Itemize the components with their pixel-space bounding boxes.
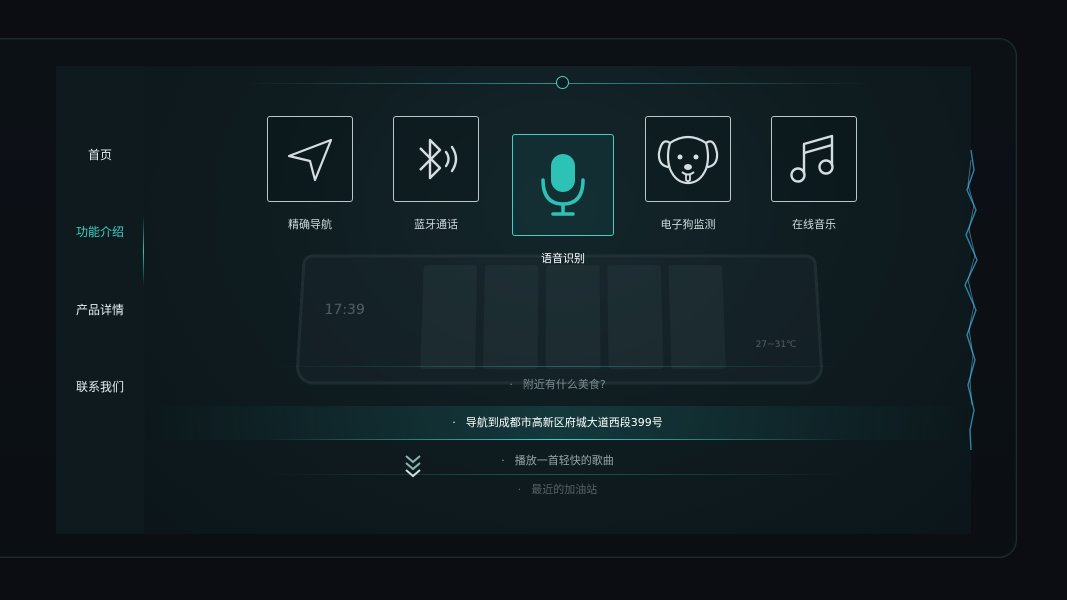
voice-prompt-item[interactable]: · 最近的加油站 xyxy=(144,481,971,497)
device-clock: 17:39 xyxy=(324,302,366,319)
voice-prompt-item[interactable]: · 附近有什么美食? xyxy=(144,376,971,392)
feature-navigation[interactable]: 精确导航 xyxy=(266,116,354,232)
bluetooth-call-icon xyxy=(419,138,458,180)
microphone-icon xyxy=(541,154,585,216)
feature-online-music[interactable]: 在线音乐 xyxy=(770,116,858,232)
sidebar: 首页 功能介绍 产品详情 联系我们 xyxy=(56,66,145,534)
sidebar-item-home[interactable]: 首页 xyxy=(56,146,144,163)
sidebar-item-contact[interactable]: 联系我们 xyxy=(56,378,144,395)
prompt-text: 附近有什么美食? xyxy=(522,378,606,391)
feature-dog-button[interactable] xyxy=(645,116,731,202)
prompt-text: 导航到成都市高新区府城大道西段399号 xyxy=(465,416,663,429)
feature-voice-button[interactable] xyxy=(512,134,614,236)
device-tile xyxy=(420,265,478,370)
feature-label: 语音识别 xyxy=(541,252,585,265)
device-tile xyxy=(668,265,726,370)
app-screen: 首页 功能介绍 产品详情 联系我们 17:39 27~31℃ 精确导航 蓝牙通话… xyxy=(56,66,971,534)
music-note-icon xyxy=(790,134,834,183)
prompt-text: 播放一首轻快的歌曲 xyxy=(514,454,614,467)
scroll-down-icon[interactable] xyxy=(403,452,423,478)
feature-navigation-button[interactable] xyxy=(267,116,353,202)
sidebar-item-product-details[interactable]: 产品详情 xyxy=(56,301,144,318)
voice-prompt-item[interactable]: · 播放一首轻快的歌曲 xyxy=(144,452,971,468)
navigation-arrow-icon xyxy=(287,138,333,182)
device-tile xyxy=(545,265,601,370)
dog-icon xyxy=(657,135,719,185)
sound-wave-decoration xyxy=(964,150,978,450)
feature-music-button[interactable] xyxy=(771,116,857,202)
device-tile xyxy=(607,265,664,370)
device-tile xyxy=(483,265,539,370)
feature-bluetooth-button[interactable] xyxy=(393,116,479,202)
sidebar-item-features[interactable]: 功能介绍 xyxy=(56,223,144,240)
prompt-text: 最近的加油站 xyxy=(531,483,598,496)
feature-label: 电子狗监测 xyxy=(660,218,716,231)
voice-prompt-item-active[interactable]: · 导航到成都市高新区府城大道西段399号 xyxy=(144,406,971,440)
car-device-background: 17:39 27~31℃ xyxy=(294,254,825,385)
prompt-divider xyxy=(264,474,851,475)
feature-dog-monitor[interactable]: 电子狗监测 xyxy=(644,116,732,232)
feature-label: 在线音乐 xyxy=(792,218,836,231)
feature-voice-recognition[interactable]: 语音识别 xyxy=(512,134,614,266)
top-dot-indicator xyxy=(556,76,569,89)
feature-bluetooth-call[interactable]: 蓝牙通话 xyxy=(392,116,480,232)
feature-stage: 17:39 27~31℃ 精确导航 蓝牙通话 语音识别 电子狗监测 在线音乐 ·… xyxy=(144,66,971,534)
device-weather: 27~31℃ xyxy=(755,339,797,350)
feature-label: 精确导航 xyxy=(288,218,332,231)
feature-label: 蓝牙通话 xyxy=(414,218,458,231)
prompt-divider xyxy=(264,366,851,367)
